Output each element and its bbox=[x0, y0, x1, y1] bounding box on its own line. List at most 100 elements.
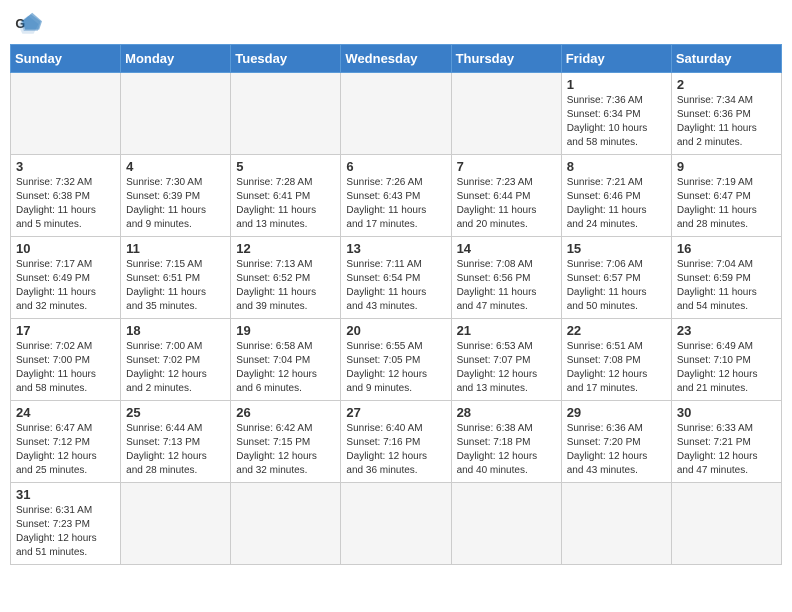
day-info: Sunrise: 7:15 AM Sunset: 6:51 PM Dayligh… bbox=[126, 258, 225, 314]
day-number: 14 bbox=[457, 241, 556, 256]
day-number: 24 bbox=[16, 405, 115, 420]
calendar-cell: 5 Sunrise: 7:28 AM Sunset: 6:41 PM Daylig… bbox=[231, 155, 341, 237]
calendar-cell bbox=[341, 483, 451, 565]
calendar-cell: 26 Sunrise: 6:42 AM Sunset: 7:15 PM Dayli… bbox=[231, 401, 341, 483]
day-number: 4 bbox=[126, 159, 225, 174]
day-number: 17 bbox=[16, 323, 115, 338]
day-info: Sunrise: 7:30 AM Sunset: 6:39 PM Dayligh… bbox=[126, 176, 225, 232]
calendar-cell: 22 Sunrise: 6:51 AM Sunset: 7:08 PM Dayli… bbox=[561, 319, 671, 401]
day-number: 21 bbox=[457, 323, 556, 338]
day-number: 16 bbox=[677, 241, 776, 256]
calendar-cell: 17 Sunrise: 7:02 AM Sunset: 7:00 PM Dayli… bbox=[11, 319, 121, 401]
day-info: Sunrise: 7:06 AM Sunset: 6:57 PM Dayligh… bbox=[567, 258, 666, 314]
day-info: Sunrise: 7:26 AM Sunset: 6:43 PM Dayligh… bbox=[346, 176, 445, 232]
day-number: 26 bbox=[236, 405, 335, 420]
day-info: Sunrise: 7:21 AM Sunset: 6:46 PM Dayligh… bbox=[567, 176, 666, 232]
calendar-cell: 20Sunrise: 6:55 AM Sunset: 7:05 PM Dayli… bbox=[341, 319, 451, 401]
calendar-header-row: SundayMondayTuesdayWednesdayThursdayFrid… bbox=[11, 45, 782, 73]
day-info: Sunrise: 6:38 AM Sunset: 7:18 PM Dayligh… bbox=[457, 422, 556, 478]
day-header-friday: Friday bbox=[561, 45, 671, 73]
calendar-cell: 7Sunrise: 7:23 AM Sunset: 6:44 PM Daylig… bbox=[451, 155, 561, 237]
calendar-cell: 30 Sunrise: 6:33 AM Sunset: 7:21 PM Dayli… bbox=[671, 401, 781, 483]
day-number: 20 bbox=[346, 323, 445, 338]
day-number: 8 bbox=[567, 159, 666, 174]
calendar-cell: 9Sunrise: 7:19 AM Sunset: 6:47 PM Daylig… bbox=[671, 155, 781, 237]
day-header-thursday: Thursday bbox=[451, 45, 561, 73]
calendar-cell bbox=[451, 73, 561, 155]
day-info: Sunrise: 6:44 AM Sunset: 7:13 PM Dayligh… bbox=[126, 422, 225, 478]
day-number: 22 bbox=[567, 323, 666, 338]
day-info: Sunrise: 6:51 AM Sunset: 7:08 PM Dayligh… bbox=[567, 340, 666, 396]
day-header-tuesday: Tuesday bbox=[231, 45, 341, 73]
day-number: 5 bbox=[236, 159, 335, 174]
calendar-cell: 25Sunrise: 6:44 AM Sunset: 7:13 PM Dayli… bbox=[121, 401, 231, 483]
day-number: 23 bbox=[677, 323, 776, 338]
calendar-cell: 19Sunrise: 6:58 AM Sunset: 7:04 PM Dayli… bbox=[231, 319, 341, 401]
calendar-cell: 6 Sunrise: 7:26 AM Sunset: 6:43 PM Daylig… bbox=[341, 155, 451, 237]
day-number: 2 bbox=[677, 77, 776, 92]
calendar-cell bbox=[671, 483, 781, 565]
day-number: 12 bbox=[236, 241, 335, 256]
calendar-cell bbox=[121, 483, 231, 565]
day-info: Sunrise: 7:17 AM Sunset: 6:49 PM Dayligh… bbox=[16, 258, 115, 314]
day-number: 7 bbox=[457, 159, 556, 174]
day-header-sunday: Sunday bbox=[11, 45, 121, 73]
day-info: Sunrise: 6:40 AM Sunset: 7:16 PM Dayligh… bbox=[346, 422, 445, 478]
calendar-week-row: 1Sunrise: 7:36 AM Sunset: 6:34 PM Daylig… bbox=[11, 73, 782, 155]
day-info: Sunrise: 6:42 AM Sunset: 7:15 PM Dayligh… bbox=[236, 422, 335, 478]
calendar-cell: 23 Sunrise: 6:49 AM Sunset: 7:10 PM Dayli… bbox=[671, 319, 781, 401]
day-info: Sunrise: 6:58 AM Sunset: 7:04 PM Dayligh… bbox=[236, 340, 335, 396]
day-number: 18 bbox=[126, 323, 225, 338]
calendar-cell: 31 Sunrise: 6:31 AM Sunset: 7:23 PM Dayli… bbox=[11, 483, 121, 565]
calendar-cell: 29 Sunrise: 6:36 AM Sunset: 7:20 PM Dayli… bbox=[561, 401, 671, 483]
day-info: Sunrise: 6:31 AM Sunset: 7:23 PM Dayligh… bbox=[16, 504, 115, 560]
day-info: Sunrise: 6:53 AM Sunset: 7:07 PM Dayligh… bbox=[457, 340, 556, 396]
day-info: Sunrise: 7:13 AM Sunset: 6:52 PM Dayligh… bbox=[236, 258, 335, 314]
calendar-week-row: 3 Sunrise: 7:32 AM Sunset: 6:38 PM Daylig… bbox=[11, 155, 782, 237]
day-info: Sunrise: 7:04 AM Sunset: 6:59 PM Dayligh… bbox=[677, 258, 776, 314]
day-info: Sunrise: 6:49 AM Sunset: 7:10 PM Dayligh… bbox=[677, 340, 776, 396]
day-info: Sunrise: 7:02 AM Sunset: 7:00 PM Dayligh… bbox=[16, 340, 115, 396]
day-info: Sunrise: 7:00 AM Sunset: 7:02 PM Dayligh… bbox=[126, 340, 225, 396]
day-number: 6 bbox=[346, 159, 445, 174]
calendar-cell: 4 Sunrise: 7:30 AM Sunset: 6:39 PM Daylig… bbox=[121, 155, 231, 237]
calendar-cell: 13Sunrise: 7:11 AM Sunset: 6:54 PM Dayli… bbox=[341, 237, 451, 319]
calendar-cell bbox=[11, 73, 121, 155]
calendar: SundayMondayTuesdayWednesdayThursdayFrid… bbox=[10, 44, 782, 565]
day-info: Sunrise: 7:08 AM Sunset: 6:56 PM Dayligh… bbox=[457, 258, 556, 314]
day-number: 31 bbox=[16, 487, 115, 502]
day-info: Sunrise: 6:33 AM Sunset: 7:21 PM Dayligh… bbox=[677, 422, 776, 478]
calendar-cell: 21 Sunrise: 6:53 AM Sunset: 7:07 PM Dayli… bbox=[451, 319, 561, 401]
day-header-wednesday: Wednesday bbox=[341, 45, 451, 73]
day-number: 27 bbox=[346, 405, 445, 420]
calendar-cell: 16 Sunrise: 7:04 AM Sunset: 6:59 PM Dayli… bbox=[671, 237, 781, 319]
calendar-cell: 11Sunrise: 7:15 AM Sunset: 6:51 PM Dayli… bbox=[121, 237, 231, 319]
day-info: Sunrise: 7:28 AM Sunset: 6:41 PM Dayligh… bbox=[236, 176, 335, 232]
calendar-cell: 18 Sunrise: 7:00 AM Sunset: 7:02 PM Dayli… bbox=[121, 319, 231, 401]
day-info: Sunrise: 6:36 AM Sunset: 7:20 PM Dayligh… bbox=[567, 422, 666, 478]
day-info: Sunrise: 7:32 AM Sunset: 6:38 PM Dayligh… bbox=[16, 176, 115, 232]
calendar-cell bbox=[341, 73, 451, 155]
day-number: 29 bbox=[567, 405, 666, 420]
day-number: 30 bbox=[677, 405, 776, 420]
day-info: Sunrise: 7:36 AM Sunset: 6:34 PM Dayligh… bbox=[567, 94, 666, 150]
day-header-saturday: Saturday bbox=[671, 45, 781, 73]
calendar-week-row: 24 Sunrise: 6:47 AM Sunset: 7:12 PM Dayli… bbox=[11, 401, 782, 483]
day-info: Sunrise: 6:47 AM Sunset: 7:12 PM Dayligh… bbox=[16, 422, 115, 478]
logo: G bbox=[14, 10, 46, 38]
calendar-cell: 28 Sunrise: 6:38 AM Sunset: 7:18 PM Dayli… bbox=[451, 401, 561, 483]
calendar-cell: 3 Sunrise: 7:32 AM Sunset: 6:38 PM Daylig… bbox=[11, 155, 121, 237]
calendar-cell bbox=[561, 483, 671, 565]
day-info: Sunrise: 7:34 AM Sunset: 6:36 PM Dayligh… bbox=[677, 94, 776, 150]
calendar-cell bbox=[121, 73, 231, 155]
calendar-week-row: 17 Sunrise: 7:02 AM Sunset: 7:00 PM Dayli… bbox=[11, 319, 782, 401]
calendar-week-row: 10Sunrise: 7:17 AM Sunset: 6:49 PM Dayli… bbox=[11, 237, 782, 319]
day-info: Sunrise: 7:19 AM Sunset: 6:47 PM Dayligh… bbox=[677, 176, 776, 232]
calendar-cell: 24 Sunrise: 6:47 AM Sunset: 7:12 PM Dayli… bbox=[11, 401, 121, 483]
day-number: 28 bbox=[457, 405, 556, 420]
calendar-week-row: 31 Sunrise: 6:31 AM Sunset: 7:23 PM Dayli… bbox=[11, 483, 782, 565]
day-info: Sunrise: 7:11 AM Sunset: 6:54 PM Dayligh… bbox=[346, 258, 445, 314]
calendar-cell: 1Sunrise: 7:36 AM Sunset: 6:34 PM Daylig… bbox=[561, 73, 671, 155]
calendar-cell: 8 Sunrise: 7:21 AM Sunset: 6:46 PM Daylig… bbox=[561, 155, 671, 237]
day-number: 3 bbox=[16, 159, 115, 174]
